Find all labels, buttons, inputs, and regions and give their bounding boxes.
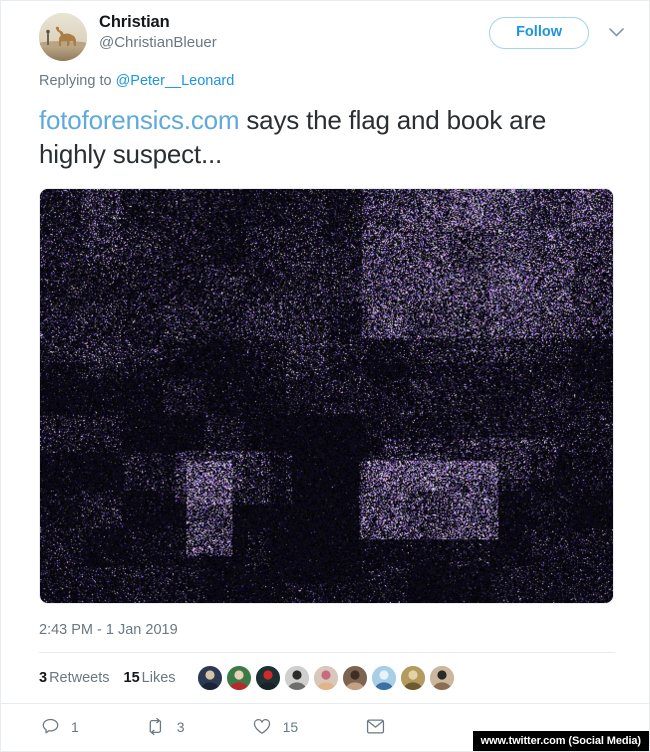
error-level-analysis-image[interactable] bbox=[39, 187, 614, 604]
liker-avatar-2[interactable] bbox=[226, 665, 251, 690]
liker-avatar-8[interactable] bbox=[400, 665, 425, 690]
author-name-block: Christian @ChristianBleuer bbox=[99, 11, 217, 52]
tweet-timestamp[interactable]: 2:43 PM - 1 Jan 2019 bbox=[39, 622, 615, 652]
chevron-down-icon[interactable] bbox=[605, 22, 627, 44]
direct-message-action[interactable] bbox=[364, 716, 396, 738]
likes-stat[interactable]: 15 Likes bbox=[124, 670, 176, 686]
tweet-text: fotoforensics.com says the flag and book… bbox=[39, 103, 615, 172]
source-watermark: www.twitter.com (Social Media) bbox=[472, 731, 649, 751]
retweets-label: Retweets bbox=[49, 669, 110, 686]
like-count: 15 bbox=[282, 718, 299, 735]
retweets-stat[interactable]: 3 Retweets bbox=[39, 670, 110, 686]
tweet-link[interactable]: fotoforensics.com bbox=[39, 105, 240, 135]
reply-icon bbox=[39, 716, 61, 738]
facepile bbox=[197, 665, 459, 690]
heart-icon bbox=[251, 716, 273, 738]
reply-action[interactable]: 1 bbox=[39, 716, 79, 738]
liker-avatar-8-art bbox=[400, 665, 425, 690]
avatar[interactable] bbox=[39, 13, 87, 61]
liker-avatar-6[interactable] bbox=[342, 665, 367, 690]
liker-avatar-1-art bbox=[197, 665, 222, 690]
liker-avatar-7-art bbox=[371, 665, 396, 690]
liker-avatar-6-art bbox=[342, 665, 367, 690]
reply-context-mention[interactable]: @Peter__Leonard bbox=[116, 73, 235, 89]
retweet-icon bbox=[145, 716, 167, 738]
retweet-action[interactable]: 3 bbox=[145, 716, 185, 738]
author-display-name[interactable]: Christian bbox=[99, 13, 217, 32]
ela-canvas bbox=[40, 188, 613, 603]
reply-count: 1 bbox=[71, 718, 79, 735]
author-handle[interactable]: @ChristianBleuer bbox=[99, 34, 217, 52]
liker-avatar-9-art bbox=[429, 665, 454, 690]
liker-avatar-1[interactable] bbox=[197, 665, 222, 690]
tweet-header: Christian @ChristianBleuer Follow bbox=[1, 1, 649, 61]
likes-count: 15 bbox=[123, 669, 140, 686]
tweet-stats: 3 Retweets 15 Likes bbox=[1, 653, 649, 703]
tweet-card: Christian @ChristianBleuer Follow Replyi… bbox=[0, 0, 650, 752]
likes-label: Likes bbox=[141, 669, 176, 686]
liker-avatar-9[interactable] bbox=[429, 665, 454, 690]
liker-avatar-5-art bbox=[313, 665, 338, 690]
tweet-body: Replying to @Peter__Leonard fotoforensic… bbox=[1, 73, 649, 652]
liker-avatar-2-art bbox=[226, 665, 251, 690]
retweets-count: 3 bbox=[39, 669, 48, 686]
camel-desert-avatar bbox=[39, 13, 87, 61]
liker-avatar-7[interactable] bbox=[371, 665, 396, 690]
reply-context-prefix: Replying to bbox=[39, 73, 116, 89]
liker-avatar-3-art bbox=[255, 665, 280, 690]
retweet-count: 3 bbox=[176, 718, 185, 735]
header-actions: Follow bbox=[489, 11, 627, 49]
liker-avatar-5[interactable] bbox=[313, 665, 338, 690]
follow-button[interactable]: Follow bbox=[489, 17, 589, 49]
liker-avatar-4[interactable] bbox=[284, 665, 309, 690]
liker-avatar-4-art bbox=[284, 665, 309, 690]
like-action[interactable]: 15 bbox=[251, 716, 299, 738]
liker-avatar-3[interactable] bbox=[255, 665, 280, 690]
reply-context: Replying to @Peter__Leonard bbox=[39, 73, 615, 89]
envelope-icon bbox=[364, 716, 386, 738]
